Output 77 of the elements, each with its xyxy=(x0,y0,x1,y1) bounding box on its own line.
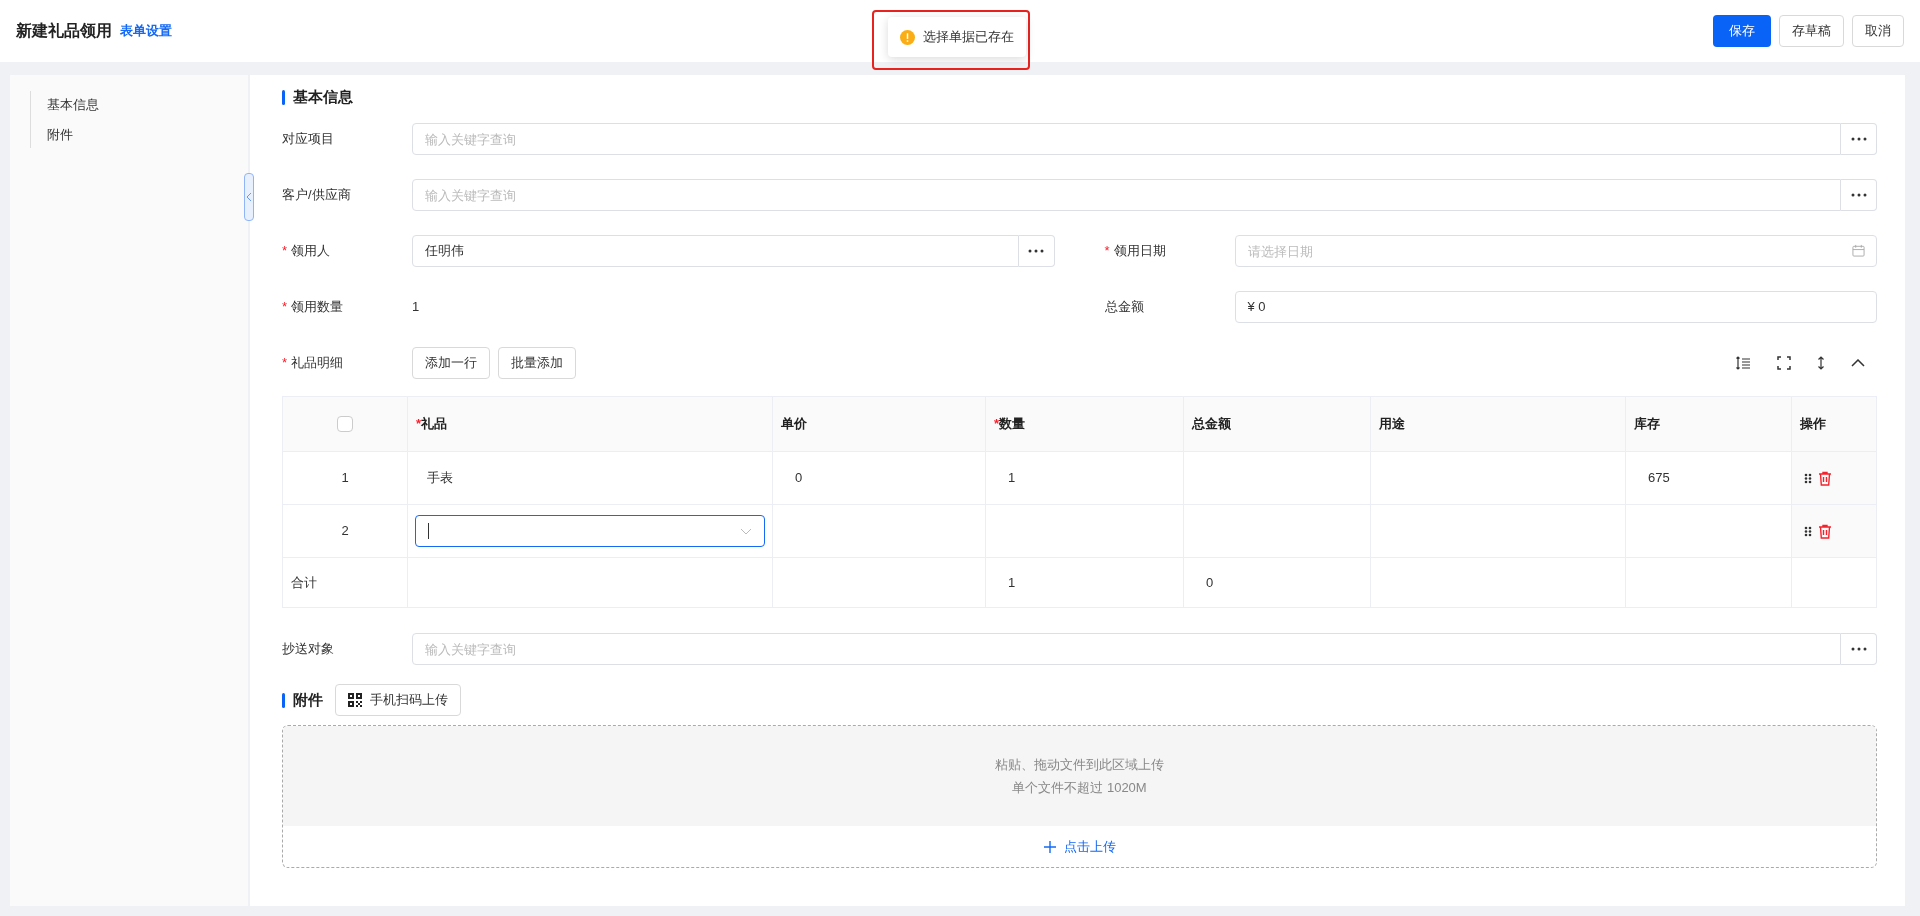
more-icon xyxy=(1028,249,1044,253)
trash-icon[interactable] xyxy=(1818,470,1832,486)
required-mark: * xyxy=(1104,242,1110,261)
page-title: 新建礼品领用 xyxy=(16,21,112,41)
section-title: 基本信息 xyxy=(293,86,353,107)
field-label: 礼品明细 xyxy=(291,354,344,373)
table-cell-text: 2 xyxy=(341,522,349,541)
scan-upload-button[interactable]: 手机扫码上传 xyxy=(335,684,461,716)
chevron-left-icon xyxy=(246,192,252,202)
column-header: 操作 xyxy=(1800,415,1826,434)
more-icon xyxy=(1850,647,1867,651)
required-mark: * xyxy=(282,242,288,261)
field-label: 抄送对象 xyxy=(282,640,334,659)
lookup-field[interactable]: 任明伟 xyxy=(412,235,1019,267)
section-title: 附件 xyxy=(293,689,323,710)
section-marker xyxy=(282,692,285,708)
qr-code-icon xyxy=(348,693,362,707)
gift-select[interactable] xyxy=(415,515,765,547)
dropdown-caret-icon xyxy=(740,527,752,535)
add-row-button[interactable]: 批量添加 xyxy=(498,347,576,379)
row-height-icon[interactable] xyxy=(1735,355,1751,371)
table-cell-text: 1 xyxy=(1007,573,1016,592)
sidebar-item[interactable]: 附件 xyxy=(47,124,248,144)
column-header: 用途 xyxy=(1379,415,1405,434)
fullscreen-icon[interactable] xyxy=(1777,356,1791,370)
checkbox[interactable] xyxy=(337,416,353,432)
save-button[interactable]: 保存 xyxy=(1713,15,1771,47)
section-marker xyxy=(282,89,285,105)
trash-icon[interactable] xyxy=(1818,523,1832,539)
date-picker[interactable]: 请选择日期 xyxy=(1234,235,1877,267)
total-amount-field[interactable]: ¥ 0 xyxy=(1234,291,1877,323)
form-settings-link[interactable]: 表单设置 xyxy=(120,21,172,41)
action-button[interactable]: 取消 xyxy=(1852,15,1904,47)
action-button[interactable]: 存草稿 xyxy=(1779,15,1844,47)
required-mark: * xyxy=(994,415,1000,434)
lookup-field[interactable]: 输入关键字查询 xyxy=(412,179,1841,211)
quantity-value: 1 xyxy=(412,298,420,317)
table-cell-text: 0 xyxy=(794,469,803,488)
vertical-arrows-icon[interactable] xyxy=(1817,356,1825,370)
column-header: 数量 xyxy=(999,415,1026,434)
plus-icon xyxy=(1043,840,1056,853)
lookup-field[interactable]: 输入关键字查询 xyxy=(412,123,1841,155)
size-limit-text: 单个文件不超过 1020M xyxy=(1012,779,1147,797)
field-label: 客户/供应商 xyxy=(282,186,351,205)
table-cell-text: 0 xyxy=(1205,573,1214,592)
lookup-field[interactable]: 输入关键字查询 xyxy=(412,633,1841,665)
field-label: 领用数量 xyxy=(291,298,344,317)
table-cell-text: 675 xyxy=(1647,469,1670,488)
toast-message: 选择单据已存在 xyxy=(888,17,1026,57)
field-label: 领用人 xyxy=(291,242,331,261)
column-header: 单价 xyxy=(781,415,807,434)
drag-handle-icon[interactable] xyxy=(1804,525,1812,537)
more-icon xyxy=(1850,137,1867,141)
required-mark: * xyxy=(282,298,288,317)
column-header: 礼品 xyxy=(421,415,448,434)
add-row-button[interactable]: 添加一行 xyxy=(412,347,490,379)
table-cell-text: 手表 xyxy=(426,470,453,486)
sidebar-item[interactable]: 基本信息 xyxy=(47,95,248,115)
required-mark: * xyxy=(282,354,288,373)
field-label: 总金额 xyxy=(1104,298,1144,317)
column-header: 总金额 xyxy=(1192,415,1231,434)
upload-dropzone[interactable]: 粘贴、拖动文件到此区域上传 单个文件不超过 1020M 点击上传 xyxy=(282,725,1877,868)
field-label: 领用日期 xyxy=(1113,242,1166,261)
column-header: 库存 xyxy=(1634,415,1660,434)
collapse-handle[interactable] xyxy=(244,173,254,221)
field-label: 对应项目 xyxy=(282,130,334,149)
table-cell-text: 合计 xyxy=(291,573,317,592)
warning-icon xyxy=(900,29,915,45)
calendar-icon xyxy=(1852,244,1865,257)
drag-handle-icon[interactable] xyxy=(1804,472,1812,484)
required-mark: * xyxy=(416,415,422,434)
table-cell-text: 1 xyxy=(341,469,349,488)
more-icon xyxy=(1850,193,1867,197)
drop-hint: 粘贴、拖动文件到此区域上传 xyxy=(995,755,1164,774)
upload-link[interactable]: 点击上传 xyxy=(1043,836,1116,857)
table-cell-text: 1 xyxy=(1007,469,1016,488)
chevron-up-icon[interactable] xyxy=(1851,359,1865,367)
